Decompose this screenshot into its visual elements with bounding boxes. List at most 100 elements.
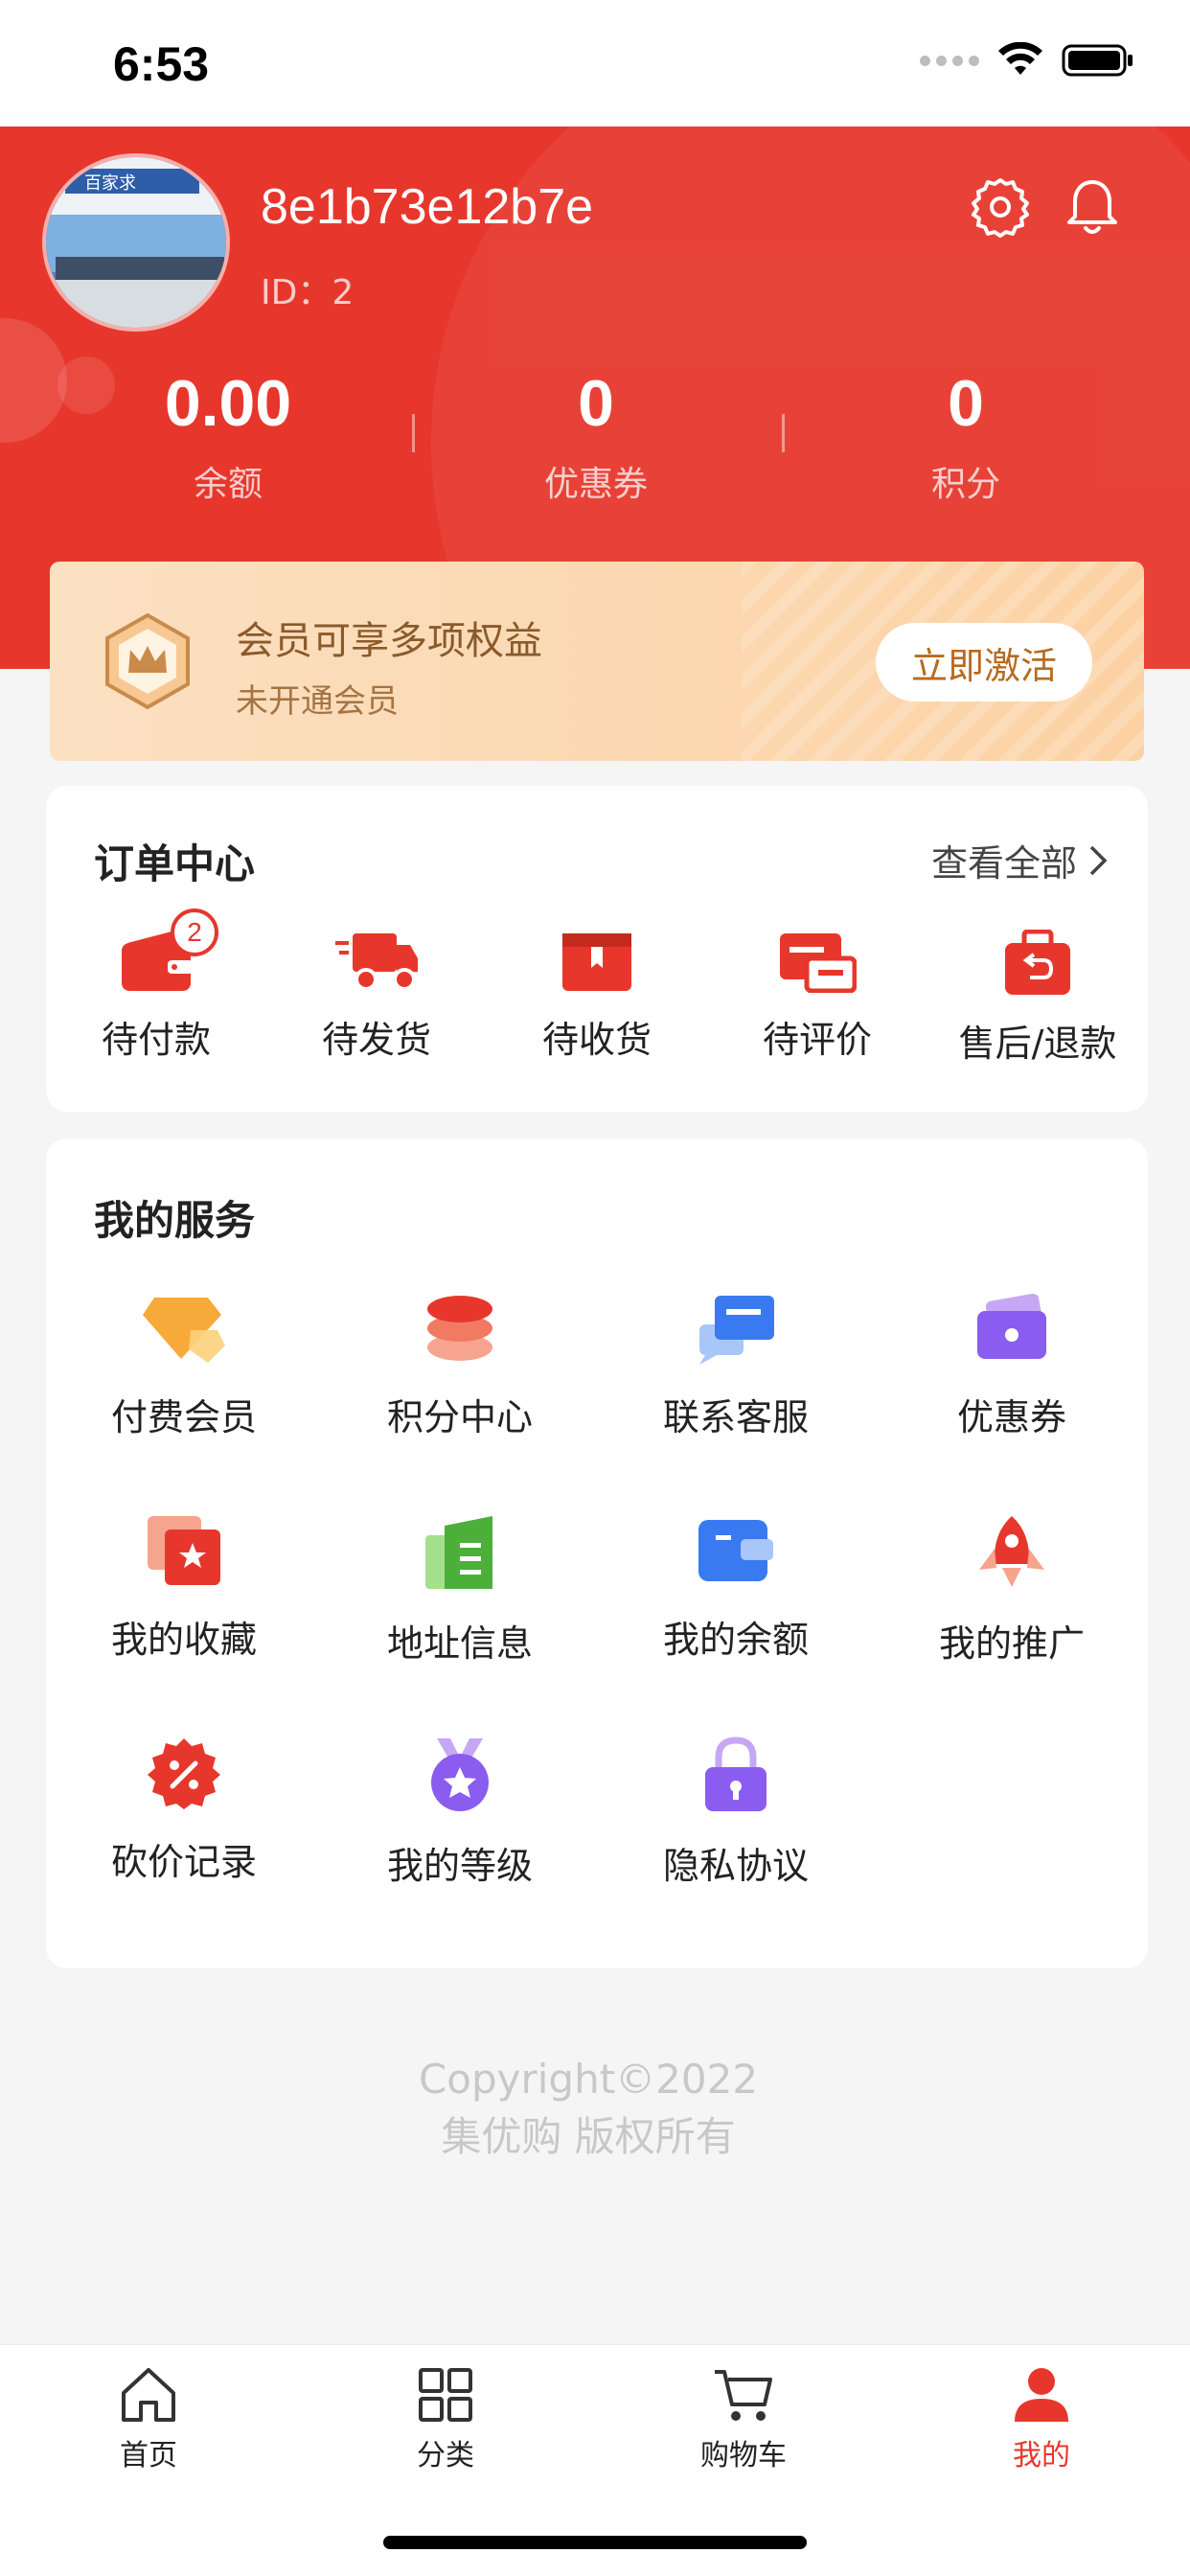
stat-balance[interactable]: 0.00 余额 <box>84 366 372 506</box>
service-label: 付费会员 <box>110 1396 257 1438</box>
member-banner[interactable]: 会员可享多项权益 未开通会员 立即激活 <box>50 562 1144 761</box>
category-grid-icon <box>419 2368 472 2422</box>
service-label: 我的收藏 <box>110 1619 257 1661</box>
stat-coupons[interactable]: 0 优惠券 <box>452 366 740 506</box>
activate-membership-button[interactable]: 立即激活 <box>876 623 1092 702</box>
truck-icon <box>335 933 418 991</box>
stat-points-value: 0 <box>948 367 984 440</box>
order-center-title: 订单中心 <box>94 840 256 887</box>
order-item-label: 待评价 <box>762 1019 872 1061</box>
service-promotion[interactable]: 我的推广 <box>874 1514 1150 1667</box>
favorite-icon <box>148 1516 220 1585</box>
service-label: 隐私协议 <box>662 1845 809 1887</box>
username: 8e1b73e12b7e <box>261 179 594 235</box>
chevron-right-icon <box>1089 845 1108 875</box>
member-subtitle: 未开通会员 <box>236 682 399 721</box>
service-points-center[interactable]: 积分中心 <box>322 1292 598 1440</box>
service-favorites[interactable]: 我的收藏 <box>46 1514 322 1663</box>
status-bar: 6:53 <box>0 0 1190 126</box>
coin-stack-icon <box>427 1296 492 1361</box>
status-time: 6:53 <box>113 37 210 91</box>
order-item-label: 待收货 <box>541 1019 652 1061</box>
status-icons <box>920 42 1134 79</box>
stat-points[interactable]: 0 积分 <box>822 366 1110 506</box>
tab-category[interactable]: 分类 <box>350 2366 541 2473</box>
service-paid-member[interactable]: 付费会员 <box>46 1292 322 1440</box>
tab-label: 分类 <box>417 2439 474 2472</box>
home-indicator[interactable] <box>383 2536 807 2549</box>
service-label: 优惠券 <box>956 1396 1066 1438</box>
service-label: 联系客服 <box>662 1396 809 1438</box>
copyright-owner: 集优购 版权所有 <box>441 2113 736 2160</box>
tab-mine[interactable]: 我的 <box>946 2366 1137 2473</box>
service-label: 地址信息 <box>386 1622 533 1665</box>
order-pending-review[interactable]: 待评价 <box>707 930 927 1067</box>
avatar-logo-text: 百家求 <box>84 173 136 194</box>
member-title: 会员可享多项权益 <box>236 619 542 663</box>
cellular-signal-icon <box>920 55 979 66</box>
view-all-label: 查看全部 <box>930 842 1077 885</box>
my-services-card: 我的服务 付费会员 积分中心 联系客服 优惠券 我的收藏 地址信息 我的余额 我… <box>46 1138 1148 1968</box>
service-balance[interactable]: 我的余额 <box>598 1514 874 1663</box>
return-bag-icon <box>1005 930 1070 995</box>
order-pending-shipment[interactable]: 待发货 <box>266 930 487 1067</box>
service-label: 砍价记录 <box>110 1841 257 1883</box>
services-title: 我的服务 <box>94 1197 256 1244</box>
rocket-icon <box>979 1516 1044 1587</box>
balance-wallet-icon <box>698 1520 773 1581</box>
service-label: 积分中心 <box>386 1396 533 1438</box>
notification-bell-icon[interactable] <box>1060 174 1125 240</box>
stat-balance-value: 0.00 <box>164 367 292 440</box>
order-item-label: 售后/退款 <box>958 1023 1117 1065</box>
tab-label: 我的 <box>1013 2439 1070 2472</box>
service-label: 我的推广 <box>938 1622 1085 1665</box>
order-center-card: 订单中心 查看全部 2 待付款 待发货 待收货 待评价 售后/退款 <box>46 786 1148 1112</box>
user-icon <box>1015 2368 1068 2422</box>
tab-label: 购物车 <box>700 2439 787 2472</box>
crown-badge-icon <box>105 612 190 710</box>
diamond-icon <box>143 1298 225 1363</box>
pending-payment-badge: 2 <box>171 908 218 956</box>
chat-icon <box>699 1296 774 1365</box>
stat-divider <box>782 414 785 452</box>
home-icon <box>122 2368 175 2422</box>
account-stats: 0.00 余额 0 优惠券 0 积分 <box>0 366 1190 510</box>
service-coupons[interactable]: 优惠券 <box>874 1292 1150 1440</box>
box-icon <box>562 933 631 991</box>
service-address[interactable]: 地址信息 <box>322 1514 598 1667</box>
view-all-orders-link[interactable]: 查看全部 <box>931 834 1110 886</box>
order-item-label: 待发货 <box>321 1019 431 1061</box>
stat-coupons-label: 优惠券 <box>543 465 648 504</box>
tab-cart[interactable]: 购物车 <box>648 2366 839 2473</box>
coupon-icon <box>977 1293 1046 1359</box>
discount-icon <box>148 1738 220 1809</box>
service-bargain-records[interactable]: 砍价记录 <box>46 1736 322 1885</box>
battery-icon <box>1062 44 1133 77</box>
wifi-icon <box>998 42 1042 75</box>
stat-coupons-value: 0 <box>578 367 614 440</box>
comment-icon <box>780 933 857 993</box>
order-item-label: 待付款 <box>101 1019 211 1061</box>
copyright-line: Copyright©2022 <box>418 2056 759 2103</box>
tab-label: 首页 <box>120 2439 177 2472</box>
stat-balance-label: 余额 <box>193 465 263 504</box>
user-id: ID：2 <box>261 273 355 312</box>
order-after-sales[interactable]: 售后/退款 <box>927 930 1148 1067</box>
copyright-footer: Copyright©2022 集优购 版权所有 <box>0 2051 1190 2166</box>
service-customer-service[interactable]: 联系客服 <box>598 1292 874 1440</box>
cart-icon <box>715 2370 772 2421</box>
service-privacy-policy[interactable]: 隐私协议 <box>598 1736 874 1889</box>
service-label: 我的等级 <box>386 1845 533 1887</box>
order-pending-payment[interactable]: 2 待付款 <box>46 908 266 1067</box>
settings-gear-icon[interactable] <box>968 174 1033 240</box>
stat-divider <box>412 414 415 452</box>
tab-home[interactable]: 首页 <box>53 2366 244 2473</box>
order-pending-receipt[interactable]: 待收货 <box>487 930 707 1067</box>
address-book-icon <box>425 1516 492 1589</box>
lock-icon <box>705 1736 767 1811</box>
medal-icon <box>431 1738 489 1811</box>
avatar[interactable]: 百家求 <box>42 153 230 332</box>
service-label: 我的余额 <box>662 1619 809 1661</box>
service-my-level[interactable]: 我的等级 <box>322 1736 598 1889</box>
stat-points-label: 积分 <box>930 465 1000 504</box>
